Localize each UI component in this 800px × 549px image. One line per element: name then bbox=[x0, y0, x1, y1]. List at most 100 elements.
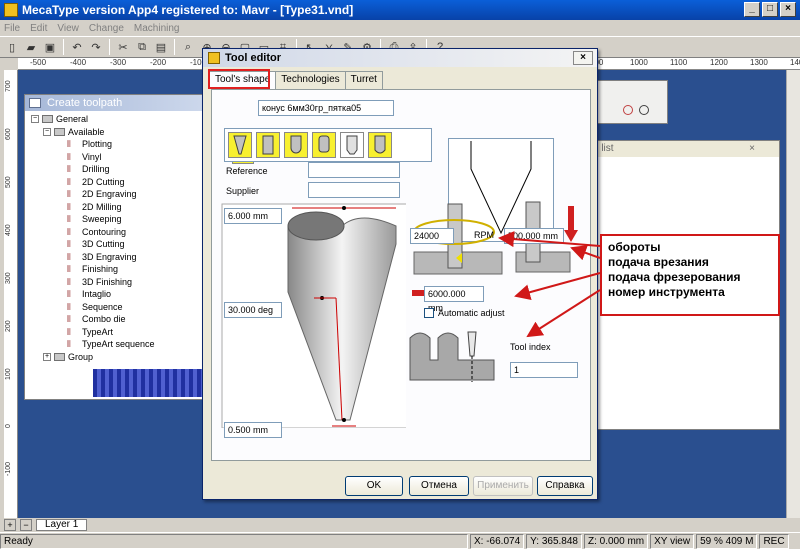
close-button[interactable]: × bbox=[780, 2, 796, 17]
tool-shape-selector bbox=[224, 128, 432, 162]
status-message: Ready bbox=[0, 533, 468, 549]
apply-button[interactable]: Применить bbox=[473, 476, 533, 496]
reference-label: Reference bbox=[226, 166, 268, 176]
cancel-button[interactable]: Отмена bbox=[409, 476, 469, 496]
close-icon[interactable]: × bbox=[573, 51, 593, 65]
tool-palette-window bbox=[592, 80, 668, 124]
expand-icon[interactable]: + bbox=[43, 352, 51, 361]
maximize-button[interactable]: □ bbox=[762, 2, 778, 17]
vertical-scrollbar[interactable] bbox=[786, 70, 800, 518]
tool-name-field[interactable]: конус 6мм30гр_пятка05 bbox=[258, 100, 394, 116]
tree-item[interactable]: ⫴ 2D Cutting bbox=[31, 176, 205, 189]
angle-field[interactable]: 30.000 deg bbox=[224, 302, 282, 318]
tree-item[interactable]: ⫴ Intaglio bbox=[31, 288, 205, 301]
ruler-tick-label: 1100 bbox=[670, 58, 688, 67]
tip-width-field[interactable]: 0.500 mm bbox=[224, 422, 282, 438]
tree-item[interactable]: ⫴ TypeArt sequence bbox=[31, 338, 205, 351]
tools-shape-panel: конус 6мм30гр_пятка05 Reference Supplier bbox=[211, 89, 591, 461]
close-icon[interactable]: × bbox=[749, 141, 755, 157]
automatic-adjust-checkbox[interactable] bbox=[424, 308, 434, 318]
diameter-field[interactable]: 6.000 mm bbox=[224, 208, 282, 224]
menu-machining[interactable]: Machining bbox=[134, 23, 180, 34]
layer-tab[interactable]: Layer 1 bbox=[36, 519, 88, 531]
shape-chamfer-option[interactable] bbox=[340, 132, 364, 158]
shape-cylinder-option[interactable] bbox=[256, 132, 280, 158]
rpm-unit-label: RPM bbox=[474, 230, 494, 240]
tree-item[interactable]: ⫴ 2D Engraving bbox=[31, 188, 205, 201]
create-toolpath-title-text: Create toolpath bbox=[47, 97, 123, 109]
ruler-tick-label: -500 bbox=[30, 58, 47, 67]
toolpath-type-icon: ⫴ bbox=[67, 139, 71, 150]
toolpath-type-icon: ⫴ bbox=[67, 226, 71, 237]
callout-line: обороты bbox=[608, 240, 661, 254]
tree-item[interactable]: ⫴ Sequence bbox=[31, 301, 205, 314]
status-y: Y: 365.848 bbox=[526, 533, 582, 549]
help-button[interactable]: Справка bbox=[537, 476, 593, 496]
copy-icon[interactable]: ⧉ bbox=[134, 39, 150, 55]
tab-technologies[interactable]: Technologies bbox=[275, 71, 346, 89]
new-file-icon[interactable]: ▯ bbox=[4, 39, 20, 55]
create-toolpath-title: Create toolpath bbox=[25, 95, 205, 111]
shape-flat-option[interactable] bbox=[312, 132, 336, 158]
tree-item[interactable]: ⫴ Vinyl bbox=[31, 151, 205, 164]
tree-item[interactable]: ⫴ TypeArt bbox=[31, 326, 205, 339]
tree-item[interactable]: ⫴ Plotting bbox=[31, 138, 205, 151]
redo-icon[interactable]: ↷ bbox=[88, 39, 104, 55]
feed-field[interactable]: 6000.000 mm bbox=[424, 286, 484, 313]
layer-prev-button[interactable]: + bbox=[4, 519, 16, 531]
paste-icon[interactable]: ▤ bbox=[153, 39, 169, 55]
folder-icon bbox=[54, 352, 65, 361]
ruler-tick-label: -300 bbox=[110, 58, 127, 67]
undo-icon[interactable]: ↶ bbox=[69, 39, 85, 55]
window-icon bbox=[29, 98, 41, 108]
tree-item[interactable]: ⫴ Sweeping bbox=[31, 213, 205, 226]
tree-label: Group bbox=[68, 351, 94, 362]
menu-view[interactable]: View bbox=[57, 23, 79, 34]
tool-index-field[interactable]: 1 bbox=[510, 362, 578, 378]
palette-icon[interactable] bbox=[623, 105, 633, 115]
collapse-icon[interactable]: − bbox=[31, 115, 39, 124]
tree-item-label: 3D Finishing bbox=[82, 276, 133, 287]
layer-next-button[interactable]: − bbox=[20, 519, 32, 531]
menu-bar: File Edit View Change Machining bbox=[0, 20, 800, 36]
tree-item[interactable]: ⫴ 3D Finishing bbox=[31, 276, 205, 289]
menu-change[interactable]: Change bbox=[89, 23, 124, 34]
menu-file[interactable]: File bbox=[4, 23, 20, 34]
ruler-tick-label: 500 bbox=[5, 176, 12, 188]
rpm-field[interactable]: 24000 bbox=[410, 228, 454, 244]
tree-item[interactable]: ⫴ Drilling bbox=[31, 163, 205, 176]
reference-field[interactable] bbox=[308, 162, 400, 178]
shape-radius-option[interactable] bbox=[368, 132, 392, 158]
zoom-icon[interactable]: ⌕ bbox=[180, 39, 196, 55]
toolbar-separator bbox=[174, 39, 175, 55]
tool-editor-dialog: Tool editor × Tool's shape Technologies … bbox=[202, 48, 598, 500]
tree-item[interactable]: ⫴ 3D Engraving bbox=[31, 251, 205, 264]
menu-edit[interactable]: Edit bbox=[30, 23, 47, 34]
tree-node-group[interactable]: + Group bbox=[31, 351, 205, 364]
palette-icon[interactable] bbox=[639, 105, 649, 115]
tree-item[interactable]: ⫴ 3D Cutting bbox=[31, 238, 205, 251]
open-folder-icon[interactable]: ▰ bbox=[23, 39, 39, 55]
tab-turret[interactable]: Turret bbox=[344, 71, 383, 89]
shape-ball-option[interactable] bbox=[284, 132, 308, 158]
tree-item-label: 3D Engraving bbox=[82, 251, 137, 262]
ruler-tick-label: 600 bbox=[5, 128, 12, 140]
tree-item[interactable]: ⫴ Combo die bbox=[31, 313, 205, 326]
collapse-icon[interactable]: − bbox=[43, 127, 51, 136]
tree-item-label: TypeArt bbox=[82, 326, 114, 337]
plunge-feed-field[interactable]: 500.000 mm bbox=[504, 228, 564, 244]
shape-cone-option[interactable] bbox=[228, 132, 252, 158]
tree-item[interactable]: ⫴ 2D Milling bbox=[31, 201, 205, 214]
tool-index-label: Tool index bbox=[510, 342, 551, 352]
tree-item[interactable]: ⫴ Finishing bbox=[31, 263, 205, 276]
tree-node-available[interactable]: − Available bbox=[31, 126, 205, 139]
toolpath-list-title: h list × bbox=[585, 141, 779, 157]
minimize-button[interactable]: _ bbox=[744, 2, 760, 17]
tree-item[interactable]: ⫴ Contouring bbox=[31, 226, 205, 239]
supplier-field[interactable] bbox=[308, 182, 400, 198]
tree-node-general[interactable]: − General bbox=[31, 113, 205, 126]
ruler-tick-label: 300 bbox=[5, 272, 12, 284]
ok-button[interactable]: OK bbox=[345, 476, 403, 496]
save-icon[interactable]: ▣ bbox=[42, 39, 58, 55]
cut-icon[interactable]: ✂ bbox=[115, 39, 131, 55]
